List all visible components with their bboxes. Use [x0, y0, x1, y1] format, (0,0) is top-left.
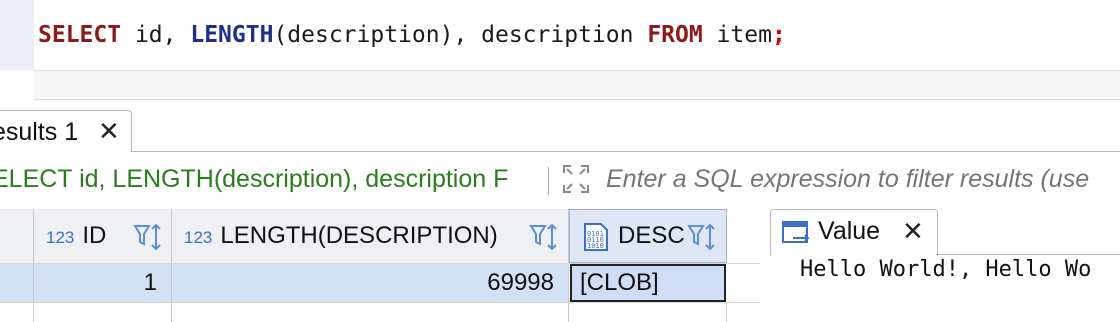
numeric-type-icon: 123: [184, 228, 213, 247]
column-divider: [33, 302, 34, 322]
tab-results-label[interactable]: esults 1: [0, 118, 78, 147]
sql-text: id,: [121, 22, 191, 48]
filter-sort-icon[interactable]: [686, 222, 718, 252]
cell-id[interactable]: 1: [34, 264, 172, 302]
query-text: ELECT id, LENGTH(description), descripti…: [0, 165, 509, 193]
filter-input[interactable]: [606, 165, 1120, 194]
sql-text: item: [702, 22, 772, 48]
keyword-from: FROM: [647, 22, 703, 48]
column-divider: [568, 302, 569, 322]
value-tab-label[interactable]: Value: [818, 217, 880, 246]
sql-editor-line[interactable]: SELECT id, LENGTH(description), descript…: [38, 18, 786, 52]
keyword-select: SELECT: [38, 22, 122, 48]
column-length-label: 123 LENGTH(DESCRIPTION): [184, 222, 498, 249]
filter-sort-icon[interactable]: [132, 222, 164, 252]
column-description-label: DESC: [618, 222, 685, 249]
column-id-label: 123 ID: [46, 222, 107, 249]
cell-description[interactable]: [CLOB]: [570, 264, 726, 302]
filter-sort-icon[interactable]: [528, 222, 560, 252]
close-icon[interactable]: ✕: [98, 116, 120, 146]
row-divider: [0, 302, 760, 303]
numeric-type-icon: 123: [46, 228, 75, 247]
close-icon[interactable]: ✕: [902, 216, 924, 246]
function-length: LENGTH: [190, 22, 274, 48]
column-divider: [726, 302, 727, 322]
sql-text: (description), description: [273, 22, 648, 48]
binary-data-icon: 0101 0110 1010: [584, 223, 608, 251]
filter-divider: [548, 167, 549, 195]
svg-text:1010: 1010: [587, 242, 604, 250]
sql-semicolon: ;: [771, 22, 786, 48]
editor-blank-line: [34, 71, 1120, 99]
results-tab-strip: [0, 100, 1120, 152]
editor-gutter: [0, 0, 34, 70]
value-panel-icon: [782, 221, 810, 243]
value-content[interactable]: Hello World!, Hello Wo: [800, 255, 1091, 285]
cell-length[interactable]: 69998: [172, 264, 569, 302]
row-number-header: [0, 209, 34, 263]
column-divider: [171, 302, 172, 322]
row-number-cell[interactable]: [0, 264, 34, 302]
expand-icon[interactable]: [560, 162, 592, 196]
